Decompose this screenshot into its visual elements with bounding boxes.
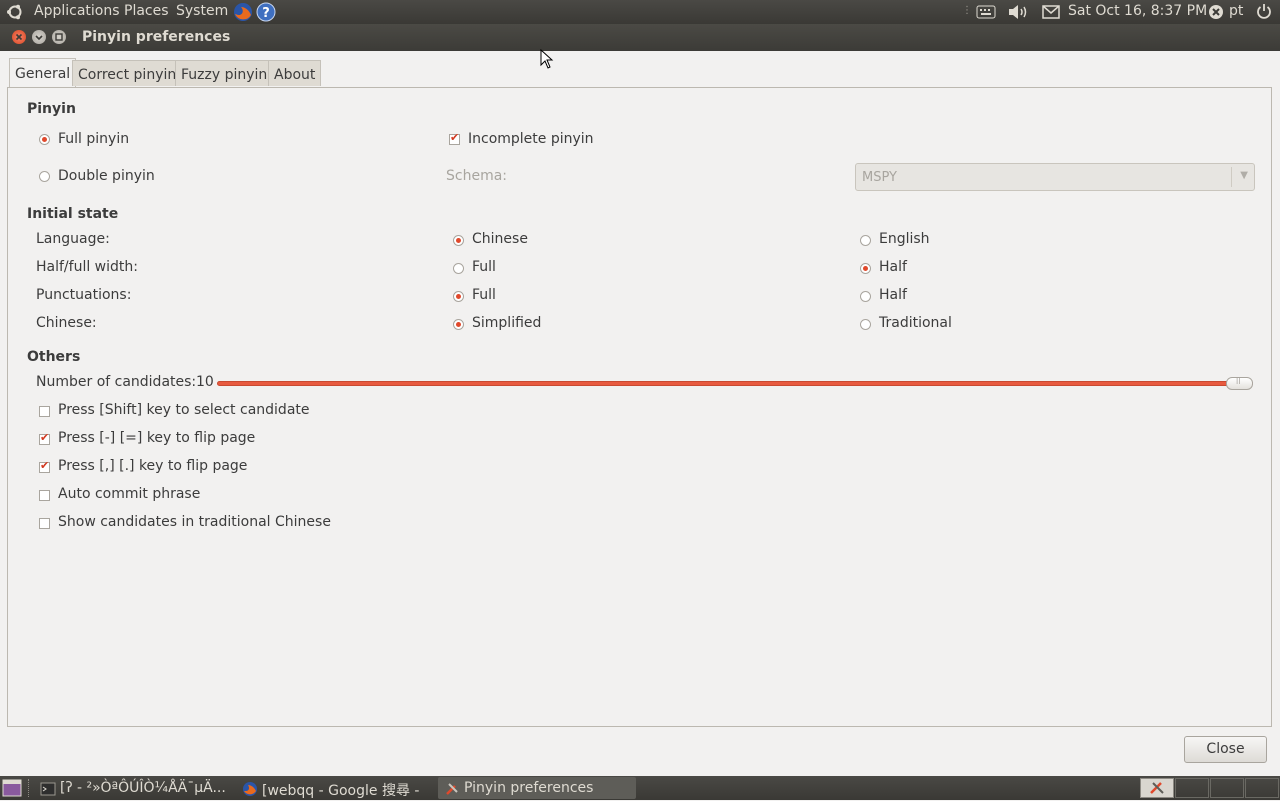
taskbar-separator xyxy=(28,779,31,797)
punctuations-full-radio[interactable] xyxy=(453,291,464,302)
taskbar-task-label: Pinyin preferences xyxy=(464,780,594,796)
firefox-icon xyxy=(243,782,257,796)
language-english-label[interactable]: English xyxy=(879,231,930,247)
tab-correct-pinyin[interactable]: Correct pinyin xyxy=(72,60,183,86)
bottom-panel: [ʔ - ²»ÒªÔÚÎÒ¼ÅÄ¯µÄ... [webqq - Google 搜… xyxy=(0,776,1280,800)
full-pinyin-label[interactable]: Full pinyin xyxy=(58,131,129,147)
tray-separator-icon: ⋮ xyxy=(962,5,972,16)
workspace-switcher-4[interactable] xyxy=(1245,778,1279,798)
candidates-slider-track[interactable] xyxy=(217,381,1253,386)
schema-combobox[interactable]: MSPY ▼ xyxy=(855,163,1255,191)
workspace-switcher-active[interactable] xyxy=(1140,778,1174,798)
places-menu[interactable]: Places xyxy=(124,3,169,19)
taskbar-task-firefox[interactable]: [webqq - Google 搜尋 - ... xyxy=(236,777,432,799)
shift-select-checkbox[interactable] xyxy=(39,406,50,417)
chinese-traditional-label[interactable]: Traditional xyxy=(879,315,952,331)
incomplete-pinyin-label[interactable]: Incomplete pinyin xyxy=(468,131,594,147)
width-full-radio[interactable] xyxy=(453,263,464,274)
width-label: Half/full width: xyxy=(36,259,138,275)
schema-value: MSPY xyxy=(862,170,897,185)
full-pinyin-radio[interactable] xyxy=(39,134,50,145)
punctuations-half-radio[interactable] xyxy=(860,291,871,302)
schema-label: Schema: xyxy=(446,168,508,184)
punctuations-half-label[interactable]: Half xyxy=(879,287,907,303)
tab-fuzzy-pinyin[interactable]: Fuzzy pinyin xyxy=(175,60,274,86)
comma-period-flip-label[interactable]: Press [,] [.] key to flip page xyxy=(58,458,247,474)
volume-icon[interactable] xyxy=(1007,4,1029,20)
candidates-slider-handle[interactable] xyxy=(1226,377,1253,390)
width-half-radio[interactable] xyxy=(860,263,871,274)
taskbar-task-terminal[interactable]: [ʔ - ²»ÒªÔÚÎÒ¼ÅÄ¯µÄ... xyxy=(34,777,230,799)
punctuations-label: Punctuations: xyxy=(36,287,132,303)
chinese-simplified-label[interactable]: Simplified xyxy=(472,315,541,331)
svg-text:?: ? xyxy=(262,6,270,21)
taskbar-task-pinyin-preferences[interactable]: Pinyin preferences xyxy=(438,777,636,799)
punctuations-full-label[interactable]: Full xyxy=(472,287,496,303)
others-section-heading: Others xyxy=(27,349,81,365)
mouse-cursor-icon xyxy=(540,49,554,69)
double-pinyin-label[interactable]: Double pinyin xyxy=(58,168,155,184)
window-title-bar[interactable]: Pinyin preferences xyxy=(0,24,1280,51)
chinese-simplified-radio[interactable] xyxy=(453,319,464,330)
double-pinyin-radio[interactable] xyxy=(39,171,50,182)
user-name[interactable]: pt xyxy=(1229,3,1243,19)
candidates-label: Number of candidates: xyxy=(36,374,197,390)
comma-period-flip-checkbox[interactable] xyxy=(39,459,50,473)
system-menu[interactable]: System xyxy=(176,3,228,19)
user-status-icon[interactable] xyxy=(1208,4,1224,20)
applications-menu[interactable]: Applications xyxy=(34,3,120,19)
taskbar-task-label: [webqq - Google 搜尋 - ... xyxy=(262,783,420,799)
close-button[interactable]: Close xyxy=(1184,736,1267,763)
chevron-down-icon: ▼ xyxy=(1240,170,1248,181)
ubuntu-logo-icon[interactable] xyxy=(6,3,24,21)
top-panel: Applications Places System ? ⋮ Sat Oct 1… xyxy=(0,0,1280,24)
chinese-traditional-radio[interactable] xyxy=(860,319,871,330)
window-close-icon[interactable] xyxy=(12,30,26,44)
width-full-label[interactable]: Full xyxy=(472,259,496,275)
language-chinese-radio[interactable] xyxy=(453,235,464,246)
traditional-candidates-checkbox[interactable] xyxy=(39,518,50,529)
language-english-radio[interactable] xyxy=(860,235,871,246)
tab-about[interactable]: About xyxy=(268,60,322,86)
terminal-icon xyxy=(40,782,56,796)
initial-state-section-heading: Initial state xyxy=(27,206,119,222)
minus-equal-flip-label[interactable]: Press [-] [=] key to flip page xyxy=(58,430,255,446)
combo-separator xyxy=(1231,167,1232,187)
width-half-label[interactable]: Half xyxy=(879,259,907,275)
traditional-candidates-label[interactable]: Show candidates in traditional Chinese xyxy=(58,514,331,530)
auto-commit-checkbox[interactable] xyxy=(39,490,50,501)
workspace-switcher-2[interactable] xyxy=(1175,778,1209,798)
help-icon[interactable]: ? xyxy=(256,2,276,22)
window-maximize-icon[interactable] xyxy=(52,30,66,44)
clock[interactable]: Sat Oct 16, 8:37 PM xyxy=(1068,3,1207,19)
language-chinese-label[interactable]: Chinese xyxy=(472,231,528,247)
minus-equal-flip-checkbox[interactable] xyxy=(39,431,50,445)
preferences-tools-icon xyxy=(446,783,458,795)
incomplete-pinyin-checkbox[interactable] xyxy=(449,131,460,145)
mail-icon[interactable] xyxy=(1042,5,1060,19)
preferences-tools-icon xyxy=(1150,782,1164,794)
show-desktop-icon[interactable] xyxy=(2,779,22,797)
taskbar-task-label: [ʔ - ²»ÒªÔÚÎÒ¼ÅÄ¯µÄ... xyxy=(60,780,226,796)
candidates-value: 10 xyxy=(196,374,214,390)
shift-select-label[interactable]: Press [Shift] key to select candidate xyxy=(58,402,310,418)
chinese-label: Chinese: xyxy=(36,315,97,331)
keyboard-icon[interactable] xyxy=(976,5,996,19)
pinyin-section-heading: Pinyin xyxy=(27,101,76,117)
window-title: Pinyin preferences xyxy=(82,29,231,45)
power-icon[interactable] xyxy=(1256,3,1272,19)
workspace-switcher-3[interactable] xyxy=(1210,778,1244,798)
tab-general[interactable]: General xyxy=(9,58,77,88)
language-label: Language: xyxy=(36,231,110,247)
auto-commit-label[interactable]: Auto commit phrase xyxy=(58,486,200,502)
firefox-icon[interactable] xyxy=(232,1,254,23)
window-minimize-icon[interactable] xyxy=(32,30,46,44)
